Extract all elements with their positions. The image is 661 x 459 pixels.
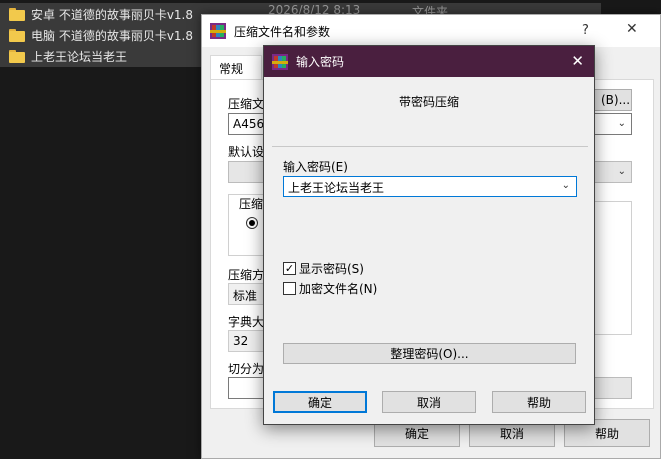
password-help-button[interactable]: 帮助 (492, 391, 586, 413)
file-name: 上老王论坛当老王 (31, 49, 128, 64)
close-icon[interactable]: ✕ (626, 21, 638, 37)
chevron-down-icon[interactable]: ⌄ (562, 180, 570, 191)
list-item[interactable]: 电脑 不道德的故事丽贝卡v1.8 (0, 24, 205, 46)
dictionary-size-label: 字典大 (228, 315, 265, 329)
password-value: 上老王论坛当老王 (288, 181, 385, 195)
password-dialog-titlebar[interactable]: 输入密码 ✕ (264, 46, 594, 77)
encrypt-filenames-checkbox[interactable] (283, 282, 296, 295)
password-ok-button[interactable]: 确定 (273, 391, 367, 413)
archive-dialog-titlebar[interactable]: 压缩文件名和参数 ? ✕ (202, 15, 660, 47)
chevron-down-icon: ⌄ (617, 166, 626, 177)
encrypt-filenames-checkbox-row[interactable]: 加密文件名(N) (283, 280, 377, 297)
profile-dropdown[interactable]: ⌄ (594, 161, 632, 183)
password-dialog-title: 输入密码 (296, 55, 345, 69)
folder-icon (9, 49, 25, 63)
winrar-icon (210, 23, 226, 39)
default-profile-label: 默认设 (228, 145, 265, 159)
enter-password-label: 输入密码(E) (283, 160, 348, 174)
list-item[interactable]: 上老王论坛当老王 (0, 45, 205, 67)
chevron-down-icon: ⌄ (617, 118, 626, 129)
password-cancel-button[interactable]: 取消 (382, 391, 476, 413)
set-password-button[interactable] (594, 377, 632, 399)
password-banner: 带密码压缩 (398, 95, 459, 109)
compression-method-label: 压缩方 (228, 268, 265, 282)
help-icon[interactable]: ? (582, 23, 589, 38)
organize-passwords-button[interactable]: 整理密码(O)... (283, 343, 576, 364)
split-volumes-label: 切分为 (228, 362, 265, 376)
show-password-checkbox[interactable]: ✓ (283, 262, 296, 275)
winrar-icon (272, 53, 288, 70)
show-password-label: 显示密码(S) (299, 262, 364, 276)
file-name: 安卓 不道德的故事丽贝卡v1.8 (31, 7, 194, 22)
close-icon[interactable]: ✕ (571, 52, 584, 70)
format-label: 压缩 (237, 195, 266, 212)
browse-button[interactable]: (B)... (594, 89, 632, 111)
password-input[interactable]: 上老王论坛当老王 ⌄ (283, 176, 577, 197)
options-groupbox (594, 201, 632, 335)
enter-password-dialog: 输入密码 ✕ 带密码压缩 输入密码(E) 上老王论坛当老王 ⌄ ✓ 显示密码(S… (263, 45, 595, 425)
file-name: 电脑 不道德的故事丽贝卡v1.8 (31, 28, 194, 43)
update-mode-dropdown[interactable]: ⌄ (594, 113, 632, 135)
show-password-checkbox-row[interactable]: ✓ 显示密码(S) (283, 260, 364, 277)
archive-name-label: 压缩文 (228, 97, 265, 111)
archive-dialog-title: 压缩文件名和参数 (234, 24, 331, 39)
encrypt-filenames-label: 加密文件名(N) (299, 282, 378, 296)
folder-icon (9, 7, 25, 21)
folder-icon (9, 28, 25, 42)
tab-general[interactable]: 常规 (210, 55, 262, 80)
divider (272, 146, 588, 147)
format-radio[interactable] (246, 217, 258, 229)
